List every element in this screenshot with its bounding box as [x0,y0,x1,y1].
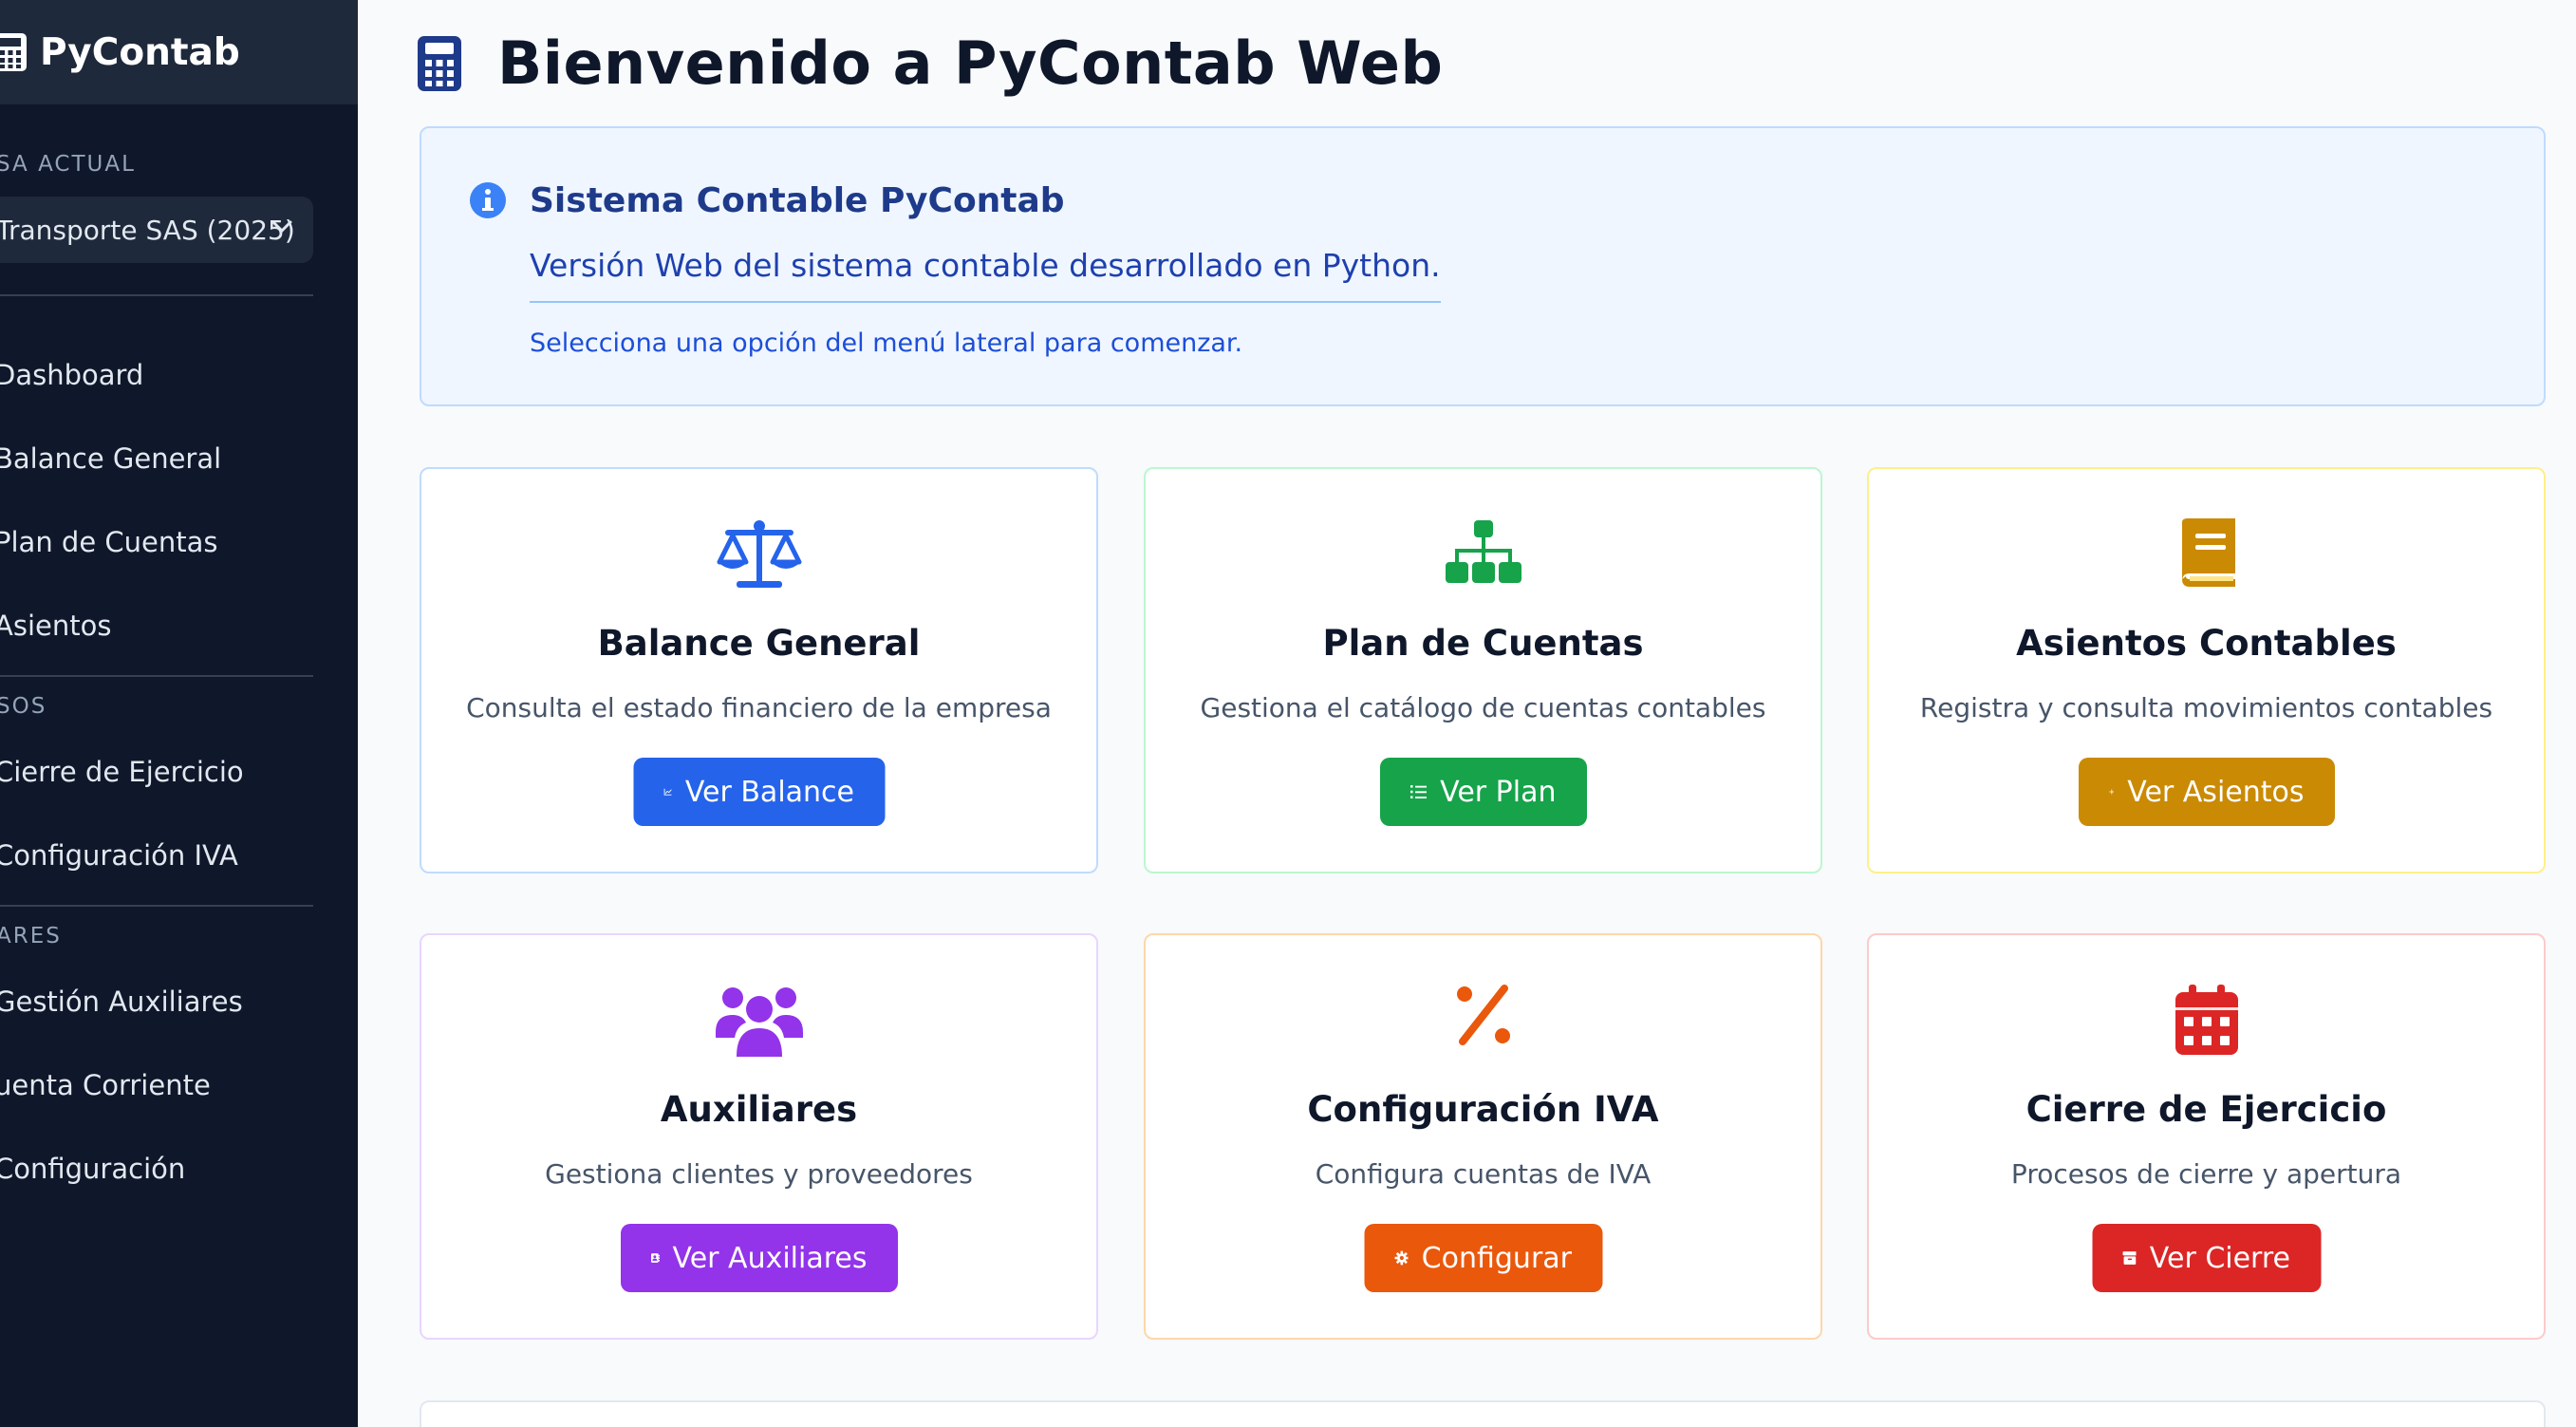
sidebar-item-cierre-ejercicio[interactable]: Cierre de Ejercicio [0,756,244,788]
archive-icon [2122,1251,2137,1265]
card-description: Gestiona el catálogo de cuentas contable… [1200,692,1766,723]
card-description: Configura cuentas de IVA [1315,1158,1652,1190]
page-header: Bienvenido a PyContab Web [418,28,1443,98]
ver-cierre-button[interactable]: Ver Cierre [2092,1224,2321,1292]
sitemap-icon [1445,520,1521,583]
sidebar-item-configuracion-iva[interactable]: Configuración IVA [0,839,238,872]
card-description: Registra y consulta movimientos contable… [1919,692,2493,723]
plus-icon [2108,789,2115,795]
card-title: Plan de Cuentas [1322,623,1644,664]
company-section-label: SA ACTUAL [0,152,136,177]
brand[interactable]: PyContab [0,0,358,104]
button-label: Ver Plan [1440,775,1557,809]
procesos-section-label: SOS [0,694,47,719]
sidebar-item-plan-de-cuentas[interactable]: Plan de Cuentas [0,526,217,558]
page-title: Bienvenido a PyContab Web [497,28,1444,98]
sidebar-item-cuenta-corriente[interactable]: uenta Corriente [0,1069,211,1101]
sidebar-item-balance-general[interactable]: Balance General [0,442,221,475]
brand-name: PyContab [40,30,240,74]
chart-line-icon [663,788,672,796]
card-asientos-contables: Asientos Contables Registra y consulta m… [1867,467,2546,873]
ver-plan-button[interactable]: Ver Plan [1379,758,1587,826]
calendar-icon [2175,985,2238,1055]
sidebar: PyContab SA ACTUAL Transporte SAS (2025)… [0,0,358,1427]
calculator-icon [0,33,27,71]
book-icon [2181,518,2235,587]
sidebar-item-dashboard[interactable]: Dashboard [0,359,143,391]
ver-auxiliares-button[interactable]: Ver Auxiliares [620,1224,898,1292]
configurar-button[interactable]: Configurar [1364,1224,1602,1292]
sidebar-item-configuracion[interactable]: Configuración [0,1153,185,1185]
sidebar-divider [0,675,313,677]
company-select-value: Transporte SAS (2025) [0,214,295,246]
info-hint: Selecciona una opción del menú lateral p… [530,329,1243,358]
card-title: Cierre de Ejercicio [2025,1089,2387,1130]
percent-icon [1456,985,1510,1045]
button-label: Ver Asientos [2127,775,2305,809]
bottom-panel [420,1400,2546,1427]
card-cierre-ejercicio: Cierre de Ejercicio Procesos de cierre y… [1867,933,2546,1340]
info-icon [470,182,506,218]
card-auxiliares: Auxiliares Gestiona clientes y proveedor… [420,933,1098,1340]
sidebar-divider [0,905,313,907]
button-label: Ver Auxiliares [672,1241,868,1275]
list-icon [1409,785,1428,798]
sidebar-item-gestion-auxiliares[interactable]: Gestión Auxiliares [0,986,243,1018]
button-label: Ver Cierre [2149,1241,2290,1275]
chevron-down-icon [271,220,292,234]
card-title: Asientos Contables [2016,623,2397,664]
card-description: Procesos de cierre y apertura [2010,1158,2402,1190]
info-title: Sistema Contable PyContab [530,181,1065,220]
address-book-icon [650,1253,660,1263]
card-configuracion-iva: Configuración IVA Configura cuentas de I… [1144,933,1822,1340]
scale-icon [717,520,801,588]
users-icon [715,987,803,1057]
card-title: Configuración IVA [1307,1089,1659,1130]
card-plan-de-cuentas: Plan de Cuentas Gestiona el catálogo de … [1144,467,1822,873]
card-balance-general: Balance General Consulta el estado finan… [420,467,1098,873]
calculator-icon [418,35,461,91]
card-description: Consulta el estado financiero de la empr… [466,692,1052,723]
ver-balance-button[interactable]: Ver Balance [633,758,885,826]
card-title: Balance General [597,623,921,664]
gear-icon [1394,1250,1409,1266]
auxiliares-section-label: ARES [0,924,62,948]
info-text: Versión Web del sistema contable desarro… [530,247,1441,303]
company-select[interactable]: Transporte SAS (2025) [0,197,313,263]
card-description: Gestiona clientes y proveedores [545,1158,973,1190]
ver-asientos-button[interactable]: Ver Asientos [2078,758,2335,826]
sidebar-item-asientos[interactable]: Asientos [0,610,111,642]
info-alert: Sistema Contable PyContab Versión Web de… [420,126,2546,406]
card-title: Auxiliares [660,1089,858,1130]
button-label: Configurar [1421,1241,1572,1275]
button-label: Ver Balance [684,775,854,809]
sidebar-divider [0,294,313,296]
